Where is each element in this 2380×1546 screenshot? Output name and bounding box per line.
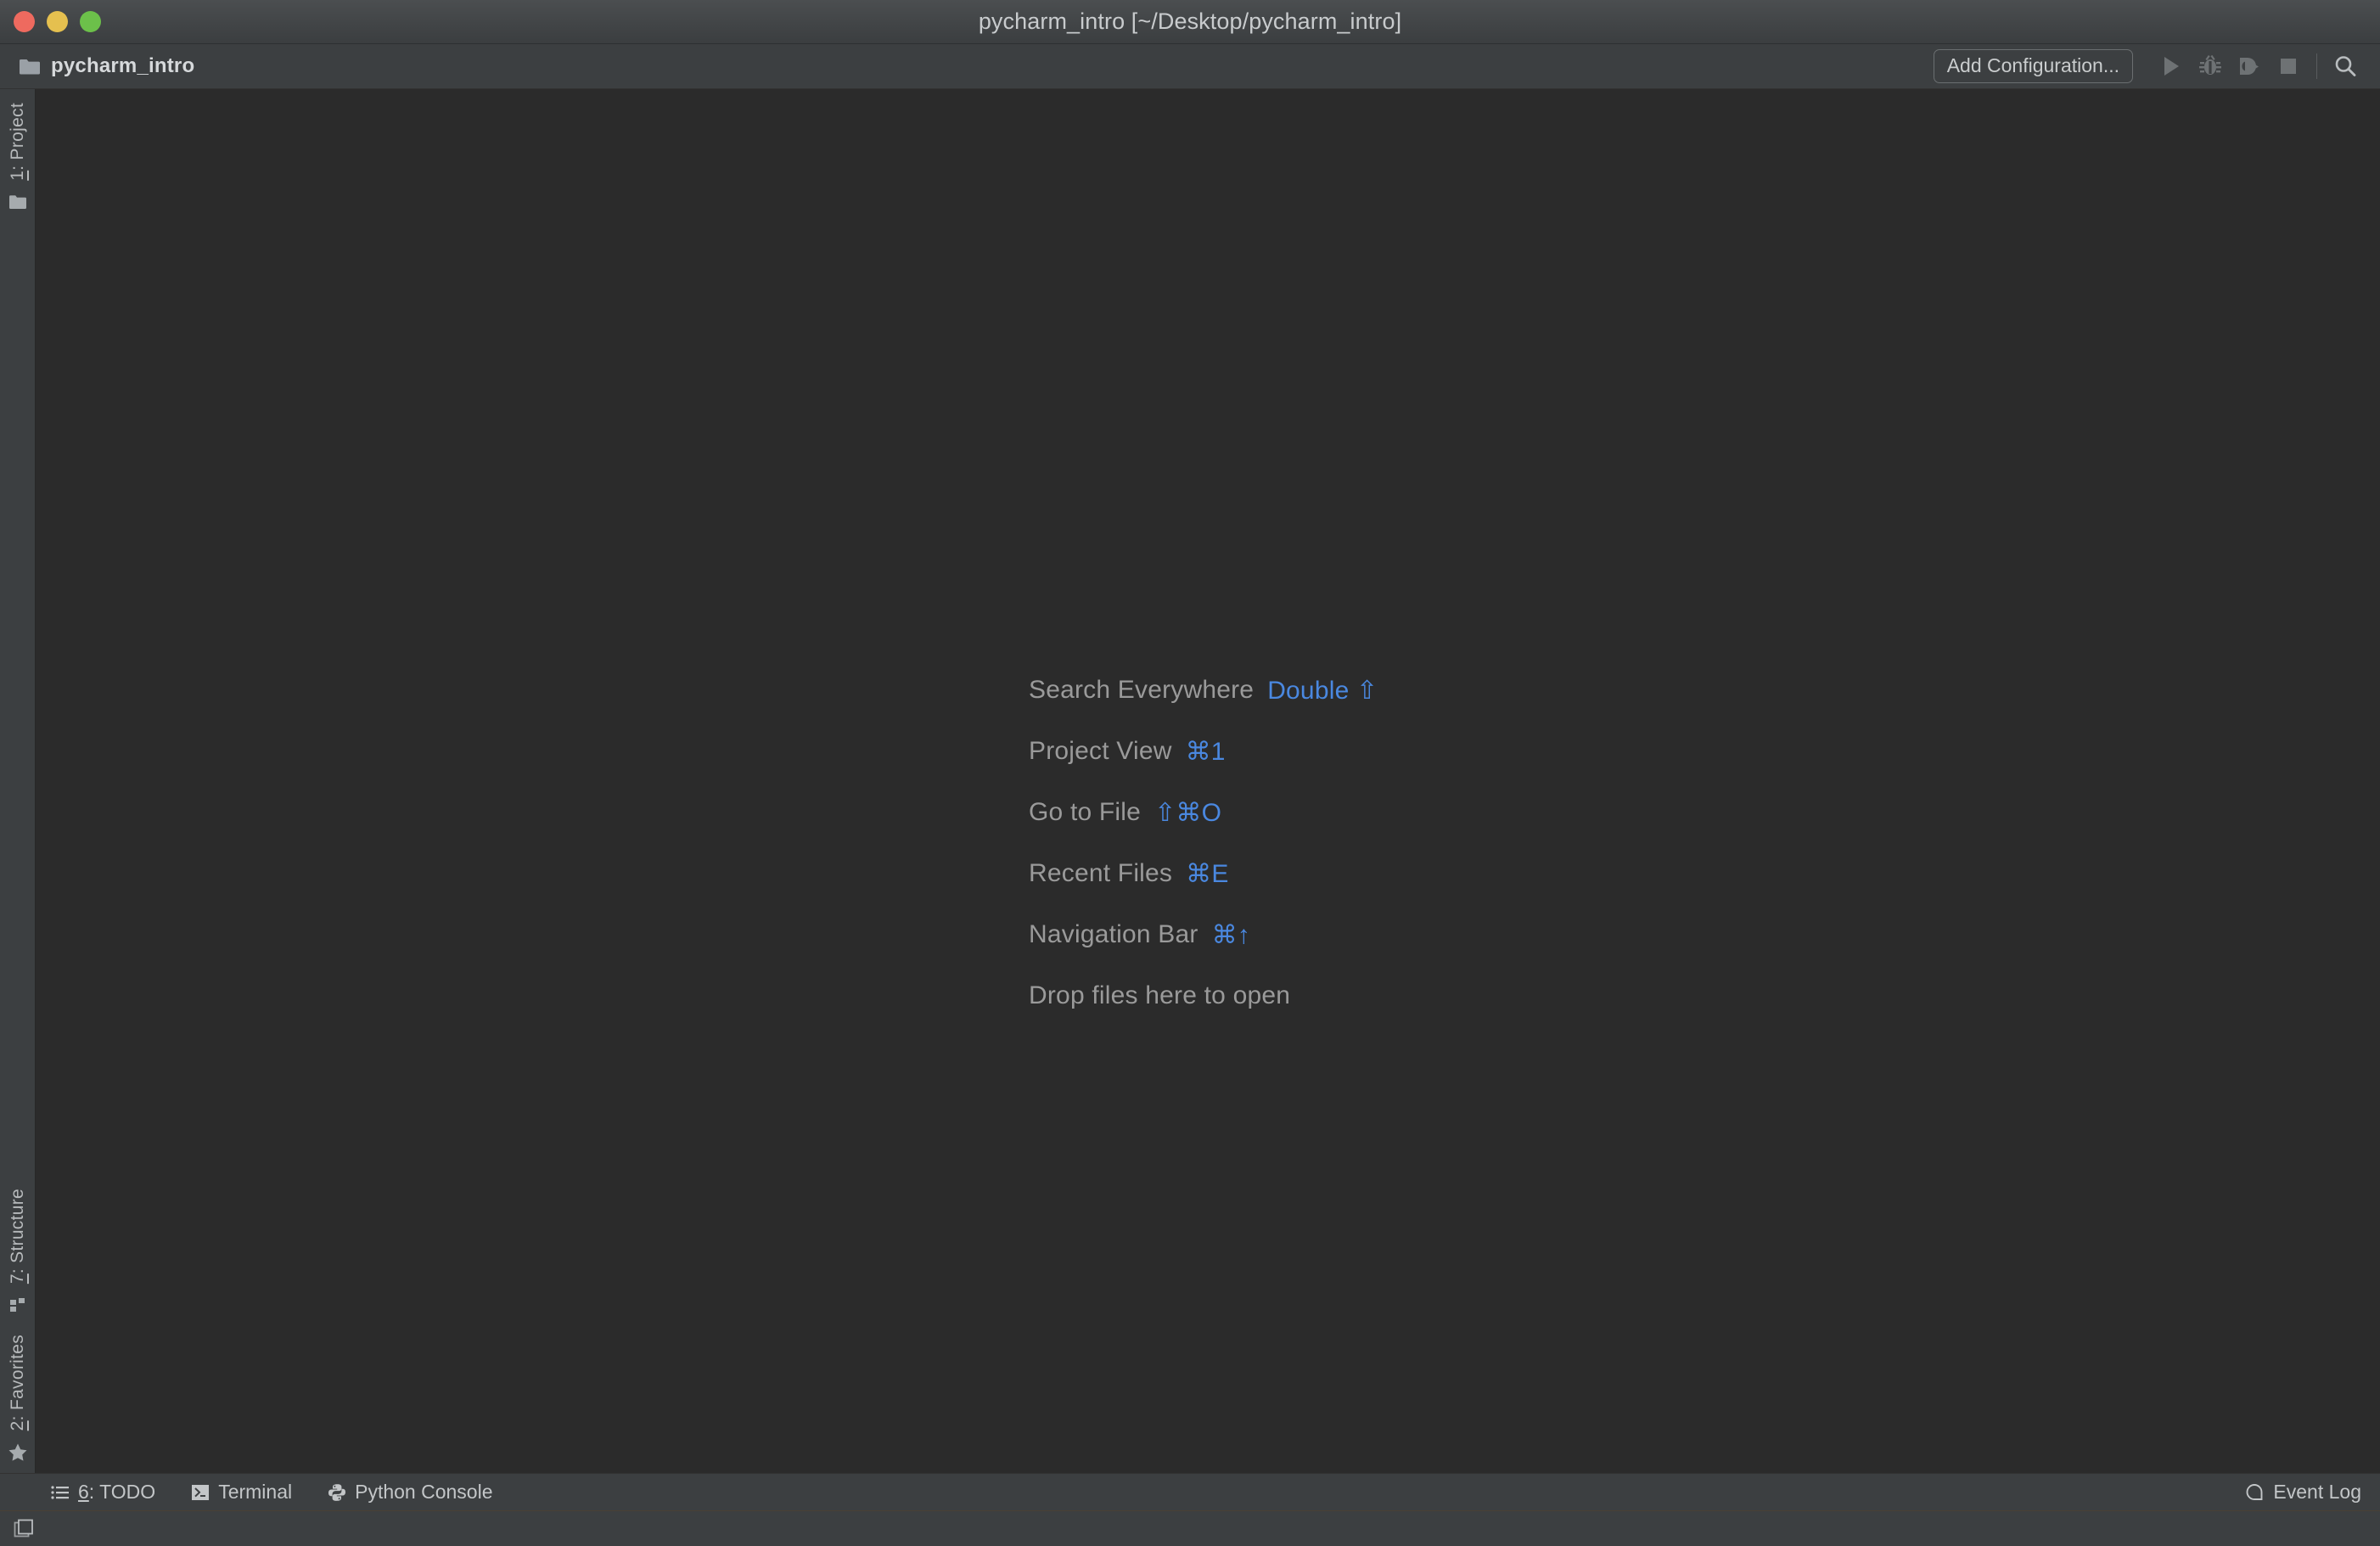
hint-label: Navigation Bar: [1029, 920, 1198, 948]
window-title: pycharm_intro [~/Desktop/pycharm_intro]: [978, 8, 1402, 34]
maximize-window-button[interactable]: [80, 11, 101, 32]
sidebar-item-favorites[interactable]: 2: Favorites: [7, 1321, 29, 1468]
hint-project-view: Project View ⌘1: [1029, 721, 1378, 782]
run-icon[interactable]: [2152, 47, 2191, 86]
status-item-label: Python Console: [355, 1481, 493, 1503]
hint-label: Recent Files: [1029, 859, 1173, 887]
editor-empty-area[interactable]: Search Everywhere Double ⇧ Project View …: [36, 89, 2380, 1473]
pycharm-window: pycharm_intro [~/Desktop/pycharm_intro] …: [0, 0, 2380, 1546]
run-with-coverage-icon[interactable]: [2230, 47, 2269, 86]
project-name-label[interactable]: pycharm_intro: [51, 54, 194, 78]
python-icon: [328, 1483, 346, 1502]
status-item-terminal[interactable]: Terminal: [191, 1481, 292, 1504]
search-icon[interactable]: [2326, 47, 2365, 86]
hint-shortcut: ⌘1: [1185, 737, 1226, 766]
title-bar: pycharm_intro [~/Desktop/pycharm_intro]: [0, 0, 2380, 44]
hint-drop-files: Drop files here to open: [1029, 965, 1378, 1026]
sidebar-item-favorites-label: 2: Favorites: [7, 1334, 27, 1431]
status-bar-tool-buttons: 6: TODO Terminal Python Console: [51, 1481, 493, 1504]
hint-label: Drop files here to open: [1029, 981, 1291, 1009]
project-folder-icon: [7, 191, 29, 213]
hint-shortcut: ⌘↑: [1211, 920, 1250, 949]
status-item-todo[interactable]: 6: TODO: [51, 1481, 155, 1504]
add-configuration-button[interactable]: Add Configuration...: [1933, 49, 2133, 83]
toolbar-divider: [2316, 53, 2317, 79]
hint-label: Search Everywhere: [1029, 676, 1255, 704]
event-log-label: Event Log: [2273, 1481, 2361, 1503]
star-icon: [7, 1441, 29, 1463]
hint-label: Project View: [1029, 737, 1172, 765]
hint-shortcut: ⌘E: [1186, 859, 1229, 888]
minimize-window-button[interactable]: [47, 11, 68, 32]
layout-toggle-icon[interactable]: [14, 1519, 34, 1539]
structure-icon: [7, 1294, 29, 1316]
sidebar-item-project-label: 1: Project: [7, 103, 27, 181]
status-bar: 6: TODO Terminal Python Console Event Lo…: [0, 1473, 2380, 1510]
main-toolbar: pycharm_intro Add Configuration...: [0, 44, 2380, 89]
close-window-button[interactable]: [14, 11, 35, 32]
debug-icon[interactable]: [2191, 47, 2230, 86]
terminal-icon: [191, 1484, 210, 1501]
bottom-tool-stripe: [0, 1510, 2380, 1546]
toolbar-right-group: Add Configuration...: [1933, 47, 2380, 86]
window-controls: [14, 0, 101, 43]
hint-label: Go to File: [1029, 798, 1142, 826]
hint-search-everywhere: Search Everywhere Double ⇧: [1029, 660, 1378, 721]
status-item-label: 6: TODO: [78, 1481, 156, 1503]
hint-navigation-bar: Navigation Bar ⌘↑: [1029, 904, 1378, 965]
status-item-label: Terminal: [218, 1481, 293, 1503]
todo-list-icon: [51, 1485, 70, 1500]
hint-recent-files: Recent Files ⌘E: [1029, 843, 1378, 904]
folder-icon: [19, 58, 41, 76]
left-stripe-top-group: 1: Project: [0, 89, 35, 218]
status-item-event-log[interactable]: Event Log: [2245, 1481, 2361, 1504]
sidebar-item-project[interactable]: 1: Project: [7, 89, 29, 218]
left-tool-stripe: 1: Project 7: Structure 2: Favorites: [0, 89, 36, 1473]
status-item-python-console[interactable]: Python Console: [328, 1481, 493, 1504]
left-stripe-bottom-group: 7: Structure 2: Favorites: [0, 1175, 35, 1473]
hint-go-to-file: Go to File ⇧⌘O: [1029, 782, 1378, 843]
editor-hint-list: Search Everywhere Double ⇧ Project View …: [1029, 660, 1378, 1026]
workspace: 1: Project 7: Structure 2: Favorites Sea…: [0, 89, 2380, 1473]
stop-icon[interactable]: [2269, 47, 2308, 86]
hint-shortcut: Double ⇧: [1267, 676, 1378, 705]
event-log-icon: [2245, 1483, 2264, 1502]
hint-shortcut: ⇧⌘O: [1154, 798, 1222, 827]
toolbar-left-group: pycharm_intro: [19, 54, 194, 78]
sidebar-item-structure-label: 7: Structure: [7, 1188, 27, 1284]
sidebar-item-structure[interactable]: 7: Structure: [7, 1175, 29, 1321]
